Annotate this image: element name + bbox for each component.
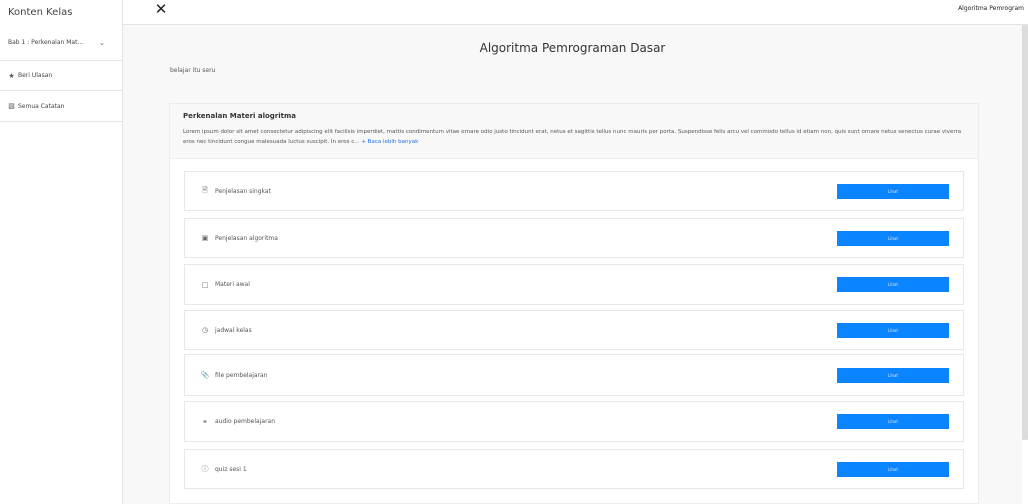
sidebar-review-label: Beri Ulasan <box>18 72 53 79</box>
sidebar-item-notes[interactable]: ▧ Semua Catatan <box>0 91 122 122</box>
item-label: quiz sesi 1 <box>215 465 247 473</box>
item-label: jadwal kelas <box>215 326 252 334</box>
item-label: audio pembelajaran <box>215 418 276 425</box>
item-label: Materi awal <box>215 281 250 288</box>
document-icon: 🗎 <box>202 185 208 194</box>
sidebar: Konten Kelas Bab 1 : Perkenalan Mat... ⌄… <box>0 0 123 504</box>
sidebar-title: Konten Kelas <box>8 7 73 18</box>
clock-icon: ◷ <box>201 326 209 334</box>
item-label: Penjelasan singkat <box>215 187 271 195</box>
sidebar-notes-label: Semua Catatan <box>18 102 65 110</box>
sidebar-chapter-label: Bab 1 : Perkenalan Mat... <box>8 39 84 46</box>
chapter-card-header: Perkenalan Materi alogritma Lorem ipsum … <box>170 104 978 159</box>
top-bar: ✕ Algoritma Pemrogram <box>123 0 1028 25</box>
list-item: 📎 file pembelajaran Lihat <box>184 354 964 396</box>
main-content: Algoritma Pemrograman Dasar belajar itu … <box>123 25 1022 504</box>
square-icon: □ <box>201 280 209 289</box>
item-label: Penjelasan algoritma <box>215 234 278 242</box>
list-item: □ Materi awal Lihat <box>184 264 964 305</box>
view-button[interactable]: Lihat <box>837 461 949 477</box>
star-icon: ★ <box>8 71 15 80</box>
chapter-title: Perkenalan Materi alogritma <box>183 112 297 120</box>
view-button[interactable]: Lihat <box>837 414 949 429</box>
read-more-link[interactable]: + Baca lebih banyak <box>361 139 418 145</box>
list-item: 🗎 Penjelasan singkat Lihat <box>184 171 964 211</box>
question-icon: ⓘ <box>201 465 209 473</box>
list-item: ◷ jadwal kelas Lihat <box>184 310 964 350</box>
view-button[interactable]: Lihat <box>837 322 949 338</box>
item-label: file pembelajaran <box>215 371 268 379</box>
view-button[interactable]: Lihat <box>837 277 949 292</box>
chapter-description: Lorem ipsum dolor sit amet consectetur a… <box>183 127 965 147</box>
list-item: ▣ Penjelasan algoritma Lihat <box>184 218 964 258</box>
view-button[interactable]: Lihat <box>837 230 949 246</box>
video-icon: ▣ <box>201 234 209 242</box>
page-title: Algoritma Pemrograman Dasar <box>479 41 666 55</box>
chapter-card: Perkenalan Materi alogritma Lorem ipsum … <box>169 103 979 504</box>
list-item: ⓘ quiz sesi 1 Lihat <box>184 449 964 489</box>
chapter-description-text: Lorem ipsum dolor sit amet consectetur a… <box>183 129 962 145</box>
scrollbar[interactable] <box>1022 25 1028 440</box>
page-subtitle: belajar itu seru <box>170 67 216 74</box>
sidebar-item-chapter[interactable]: Bab 1 : Perkenalan Mat... ⌄ <box>0 25 122 61</box>
headphones-icon: ⚭ <box>202 417 208 426</box>
chevron-down-icon: ⌄ <box>99 38 105 47</box>
sidebar-item-review[interactable]: ★ Beri Ulasan <box>0 61 122 91</box>
close-icon[interactable]: ✕ <box>153 0 169 18</box>
paperclip-icon: 📎 <box>200 371 210 379</box>
view-button[interactable]: Lihat <box>837 183 949 199</box>
view-button[interactable]: Lihat <box>837 367 949 383</box>
notes-icon: ▧ <box>8 102 15 110</box>
list-item: ⚭ audio pembelajaran Lihat <box>184 401 964 442</box>
course-title: Algoritma Pemrogram <box>958 5 1024 12</box>
